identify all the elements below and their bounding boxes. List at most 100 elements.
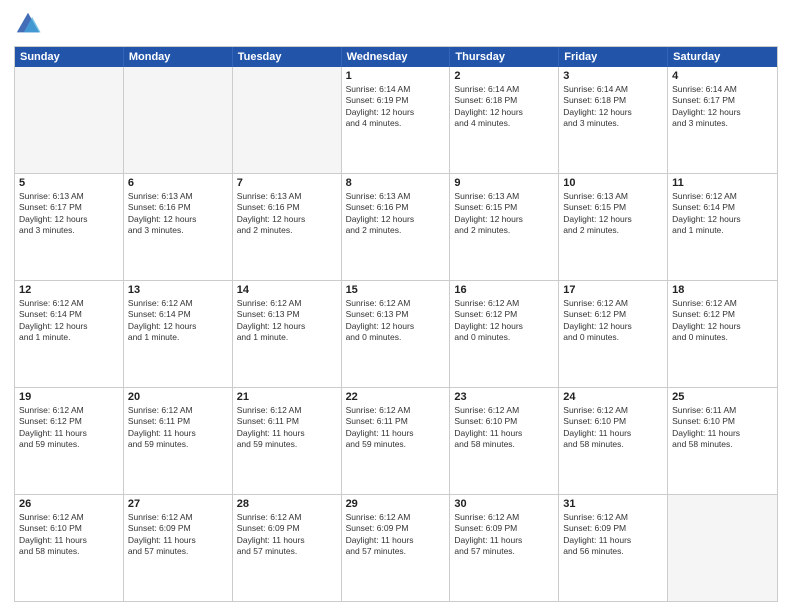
day-info: Sunrise: 6:14 AMSunset: 6:18 PMDaylight:… — [454, 84, 554, 130]
day-header-monday: Monday — [124, 47, 233, 67]
day-number: 7 — [237, 177, 337, 189]
calendar: SundayMondayTuesdayWednesdayThursdayFrid… — [14, 46, 778, 602]
day-cell: 10 Sunrise: 6:13 AMSunset: 6:15 PMDayligh… — [559, 174, 668, 280]
day-headers: SundayMondayTuesdayWednesdayThursdayFrid… — [15, 47, 777, 67]
day-cell: 11 Sunrise: 6:12 AMSunset: 6:14 PMDayligh… — [668, 174, 777, 280]
day-number: 21 — [237, 391, 337, 403]
day-number: 10 — [563, 177, 663, 189]
day-number: 20 — [128, 391, 228, 403]
day-info: Sunrise: 6:13 AMSunset: 6:16 PMDaylight:… — [237, 191, 337, 237]
logo-icon — [14, 10, 42, 38]
day-cell: 16 Sunrise: 6:12 AMSunset: 6:12 PMDayligh… — [450, 281, 559, 387]
day-cell: 1 Sunrise: 6:14 AMSunset: 6:19 PMDaylight… — [342, 67, 451, 173]
day-number: 26 — [19, 498, 119, 510]
day-info: Sunrise: 6:14 AMSunset: 6:19 PMDaylight:… — [346, 84, 446, 130]
day-number: 31 — [563, 498, 663, 510]
week-row-1: 1 Sunrise: 6:14 AMSunset: 6:19 PMDaylight… — [15, 67, 777, 173]
day-number: 9 — [454, 177, 554, 189]
day-cell: 3 Sunrise: 6:14 AMSunset: 6:18 PMDaylight… — [559, 67, 668, 173]
day-number: 17 — [563, 284, 663, 296]
day-info: Sunrise: 6:12 AMSunset: 6:11 PMDaylight:… — [237, 405, 337, 451]
page-container: SundayMondayTuesdayWednesdayThursdayFrid… — [0, 0, 792, 612]
day-cell: 23 Sunrise: 6:12 AMSunset: 6:10 PMDayligh… — [450, 388, 559, 494]
week-row-3: 12 Sunrise: 6:12 AMSunset: 6:14 PMDayligh… — [15, 280, 777, 387]
day-cell: 4 Sunrise: 6:14 AMSunset: 6:17 PMDaylight… — [668, 67, 777, 173]
day-info: Sunrise: 6:12 AMSunset: 6:12 PMDaylight:… — [563, 298, 663, 344]
day-cell: 14 Sunrise: 6:12 AMSunset: 6:13 PMDayligh… — [233, 281, 342, 387]
day-info: Sunrise: 6:12 AMSunset: 6:09 PMDaylight:… — [237, 512, 337, 558]
week-row-4: 19 Sunrise: 6:12 AMSunset: 6:12 PMDayligh… — [15, 387, 777, 494]
day-cell — [15, 67, 124, 173]
day-number: 27 — [128, 498, 228, 510]
day-cell: 13Sunrise: 6:12 AMSunset: 6:14 PMDayligh… — [124, 281, 233, 387]
day-number: 4 — [672, 70, 773, 82]
day-cell: 21 Sunrise: 6:12 AMSunset: 6:11 PMDayligh… — [233, 388, 342, 494]
day-info: Sunrise: 6:14 AMSunset: 6:17 PMDaylight:… — [672, 84, 773, 130]
day-cell — [668, 495, 777, 601]
day-number: 24 — [563, 391, 663, 403]
logo — [14, 10, 46, 38]
day-cell: 24 Sunrise: 6:12 AMSunset: 6:10 PMDayligh… — [559, 388, 668, 494]
day-number: 2 — [454, 70, 554, 82]
day-cell: 2 Sunrise: 6:14 AMSunset: 6:18 PMDaylight… — [450, 67, 559, 173]
day-number: 5 — [19, 177, 119, 189]
day-cell: 5 Sunrise: 6:13 AMSunset: 6:17 PMDaylight… — [15, 174, 124, 280]
day-header-friday: Friday — [559, 47, 668, 67]
day-cell — [233, 67, 342, 173]
header — [14, 10, 778, 38]
day-info: Sunrise: 6:12 AMSunset: 6:14 PMDaylight:… — [672, 191, 773, 237]
day-info: Sunrise: 6:12 AMSunset: 6:13 PMDaylight:… — [346, 298, 446, 344]
day-cell: 6Sunrise: 6:13 AMSunset: 6:16 PMDaylight… — [124, 174, 233, 280]
week-row-2: 5 Sunrise: 6:13 AMSunset: 6:17 PMDaylight… — [15, 173, 777, 280]
day-info: Sunrise: 6:12 AMSunset: 6:11 PMDaylight:… — [346, 405, 446, 451]
day-cell: 30 Sunrise: 6:12 AMSunset: 6:09 PMDayligh… — [450, 495, 559, 601]
day-info: Sunrise: 6:13 AMSunset: 6:17 PMDaylight:… — [19, 191, 119, 237]
day-cell: 20 Sunrise: 6:12 AMSunset: 6:11 PMDayligh… — [124, 388, 233, 494]
day-number: 23 — [454, 391, 554, 403]
weeks: 1 Sunrise: 6:14 AMSunset: 6:19 PMDaylight… — [15, 67, 777, 601]
day-info: Sunrise: 6:13 AMSunset: 6:15 PMDaylight:… — [563, 191, 663, 237]
day-info: Sunrise: 6:14 AMSunset: 6:18 PMDaylight:… — [563, 84, 663, 130]
day-number: 16 — [454, 284, 554, 296]
day-number: 22 — [346, 391, 446, 403]
day-info: Sunrise: 6:12 AMSunset: 6:09 PMDaylight:… — [128, 512, 228, 558]
day-cell: 22 Sunrise: 6:12 AMSunset: 6:11 PMDayligh… — [342, 388, 451, 494]
day-info: Sunrise: 6:12 AMSunset: 6:09 PMDaylight:… — [346, 512, 446, 558]
day-info: Sunrise: 6:12 AMSunset: 6:13 PMDaylight:… — [237, 298, 337, 344]
day-info: Sunrise: 6:13 AMSunset: 6:16 PMDaylight:… — [128, 191, 228, 237]
day-info: Sunrise: 6:12 AMSunset: 6:12 PMDaylight:… — [672, 298, 773, 344]
day-cell: 8Sunrise: 6:13 AMSunset: 6:16 PMDaylight… — [342, 174, 451, 280]
day-info: Sunrise: 6:12 AMSunset: 6:14 PMDaylight:… — [128, 298, 228, 344]
day-cell: 18Sunrise: 6:12 AMSunset: 6:12 PMDayligh… — [668, 281, 777, 387]
day-info: Sunrise: 6:12 AMSunset: 6:10 PMDaylight:… — [563, 405, 663, 451]
day-number: 3 — [563, 70, 663, 82]
day-number: 1 — [346, 70, 446, 82]
day-cell: 25 Sunrise: 6:11 AMSunset: 6:10 PMDayligh… — [668, 388, 777, 494]
day-cell: 31Sunrise: 6:12 AMSunset: 6:09 PMDayligh… — [559, 495, 668, 601]
day-number: 14 — [237, 284, 337, 296]
day-info: Sunrise: 6:12 AMSunset: 6:14 PMDaylight:… — [19, 298, 119, 344]
day-info: Sunrise: 6:12 AMSunset: 6:10 PMDaylight:… — [454, 405, 554, 451]
day-number: 30 — [454, 498, 554, 510]
day-number: 19 — [19, 391, 119, 403]
day-number: 25 — [672, 391, 773, 403]
day-info: Sunrise: 6:12 AMSunset: 6:11 PMDaylight:… — [128, 405, 228, 451]
day-cell: 9Sunrise: 6:13 AMSunset: 6:15 PMDaylight… — [450, 174, 559, 280]
day-info: Sunrise: 6:12 AMSunset: 6:12 PMDaylight:… — [19, 405, 119, 451]
day-cell — [124, 67, 233, 173]
day-info: Sunrise: 6:13 AMSunset: 6:16 PMDaylight:… — [346, 191, 446, 237]
day-info: Sunrise: 6:12 AMSunset: 6:09 PMDaylight:… — [454, 512, 554, 558]
day-info: Sunrise: 6:12 AMSunset: 6:12 PMDaylight:… — [454, 298, 554, 344]
day-header-wednesday: Wednesday — [342, 47, 451, 67]
day-header-tuesday: Tuesday — [233, 47, 342, 67]
day-info: Sunrise: 6:12 AMSunset: 6:10 PMDaylight:… — [19, 512, 119, 558]
day-cell: 27 Sunrise: 6:12 AMSunset: 6:09 PMDayligh… — [124, 495, 233, 601]
day-cell: 28Sunrise: 6:12 AMSunset: 6:09 PMDayligh… — [233, 495, 342, 601]
day-cell: 15Sunrise: 6:12 AMSunset: 6:13 PMDayligh… — [342, 281, 451, 387]
day-info: Sunrise: 6:11 AMSunset: 6:10 PMDaylight:… — [672, 405, 773, 451]
day-cell: 26 Sunrise: 6:12 AMSunset: 6:10 PMDayligh… — [15, 495, 124, 601]
day-header-saturday: Saturday — [668, 47, 777, 67]
day-number: 12 — [19, 284, 119, 296]
day-number: 11 — [672, 177, 773, 189]
day-header-thursday: Thursday — [450, 47, 559, 67]
